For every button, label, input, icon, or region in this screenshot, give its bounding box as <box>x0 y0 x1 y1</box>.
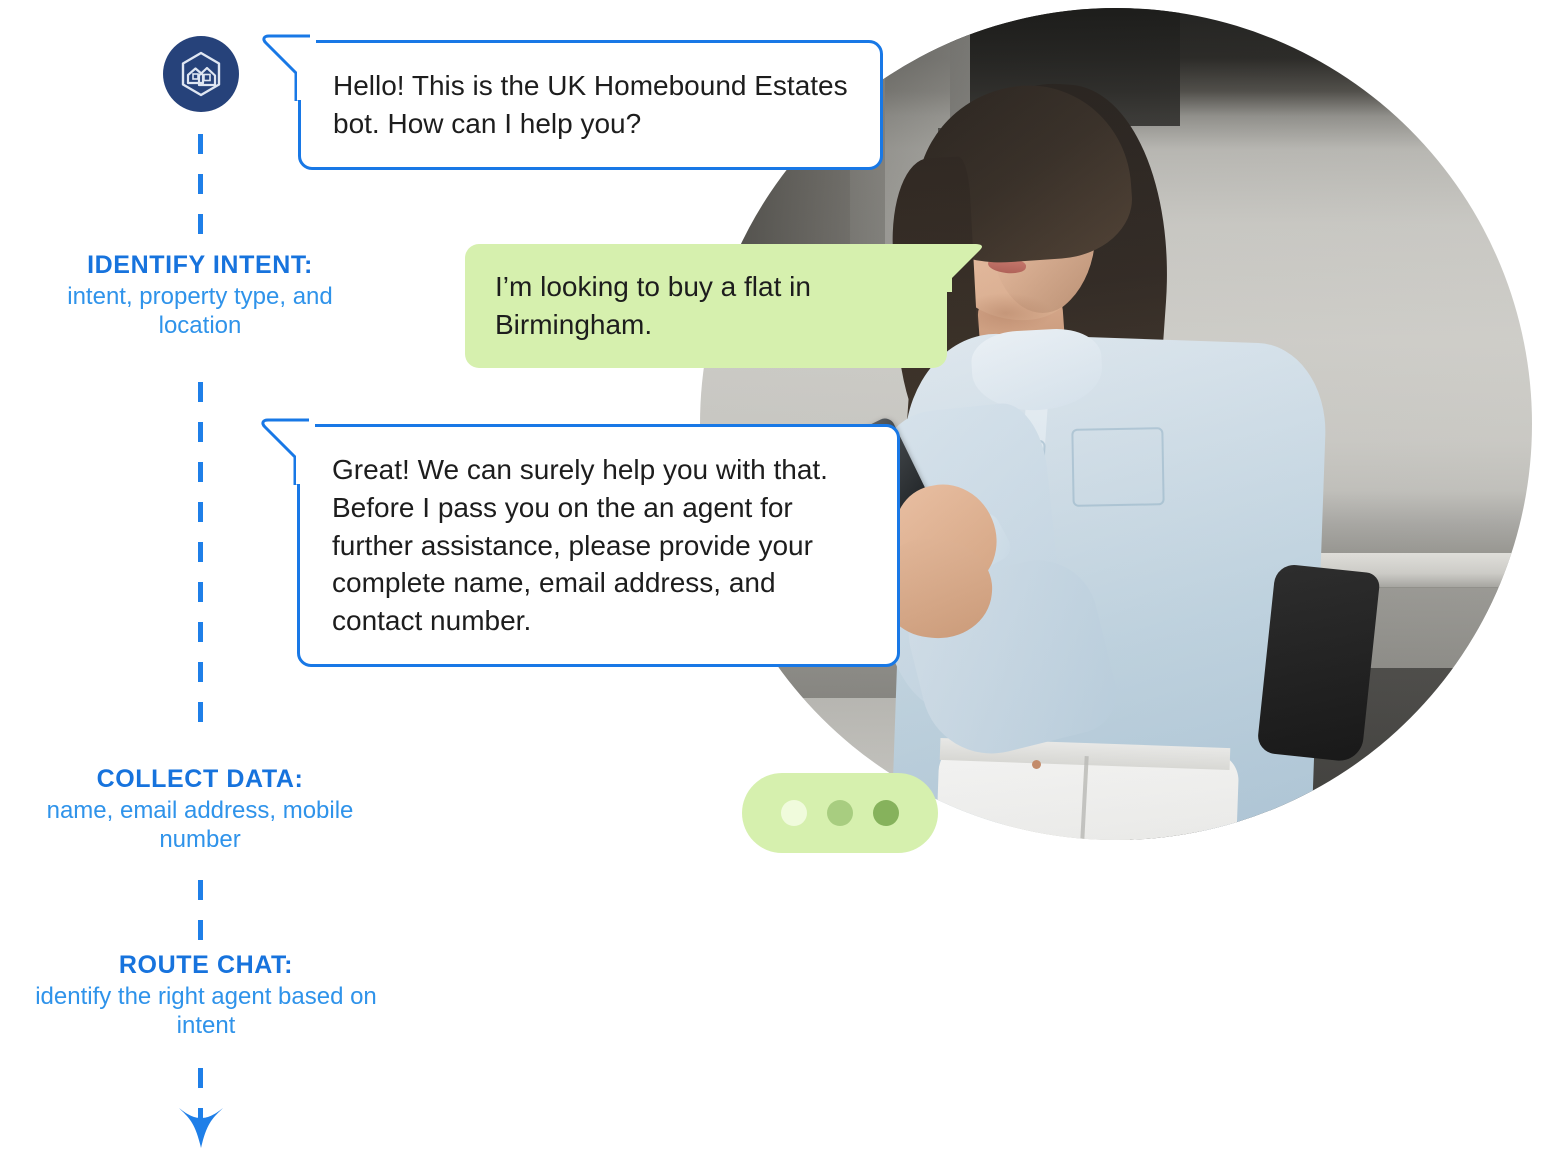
bubble-tail-bot <box>260 33 316 103</box>
typing-dot <box>781 800 807 826</box>
illustration-canvas: IDENTIFY INTENT: intent, property type, … <box>0 0 1555 1167</box>
chat-message-bot-collect-data: Great! We can surely help you with that.… <box>297 424 900 667</box>
typing-dot <box>827 800 853 826</box>
chat-thread: Hello! This is the UK Homebound Estates … <box>0 0 1555 1167</box>
chat-message-user-intent: I’m looking to buy a flat in Birmingham. <box>465 244 947 368</box>
typing-dots-icon <box>742 773 938 853</box>
typing-dot <box>873 800 899 826</box>
bubble-tail-user <box>930 228 988 292</box>
bubble-tail-bot <box>259 417 315 487</box>
chat-message-bot-greeting: Hello! This is the UK Homebound Estates … <box>298 40 883 170</box>
